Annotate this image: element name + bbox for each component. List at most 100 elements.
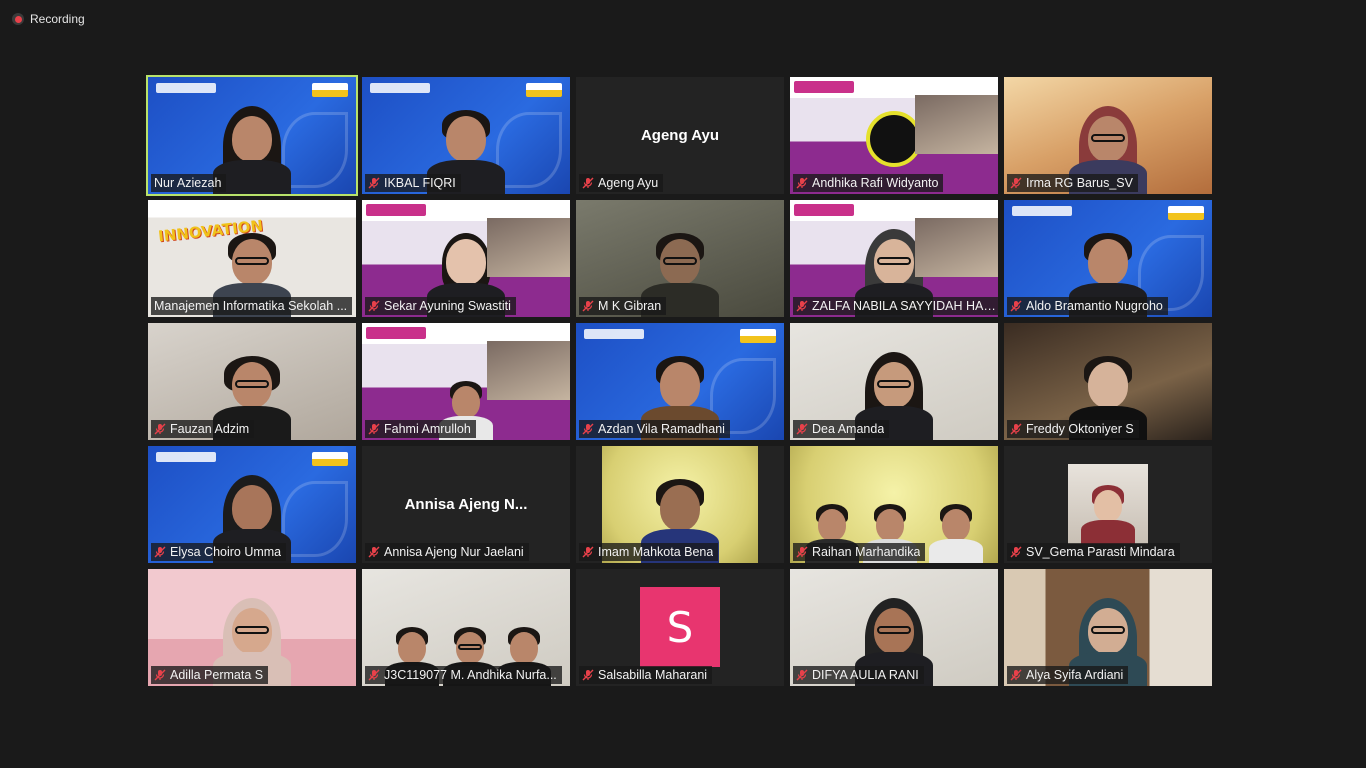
mic-muted-icon — [582, 423, 594, 435]
video-tile-salsabilla[interactable]: S Salsabilla Maharani — [576, 569, 784, 686]
mic-muted-icon — [1010, 300, 1022, 312]
participant-name-tag: J3C119077 M. Andhika Nurfa... — [365, 666, 562, 684]
mic-muted-icon — [796, 546, 808, 558]
participant-name: Dea Amanda — [812, 422, 885, 436]
mic-muted-icon — [796, 300, 808, 312]
participant-name-tag: Sekar Ayuning Swastiti — [365, 297, 516, 315]
video-tile-mk-gibran[interactable]: M K Gibran — [576, 200, 784, 317]
participant-name: M K Gibran — [598, 299, 662, 313]
participant-name: Azdan Vila Ramadhani — [598, 422, 725, 436]
participant-name: Alya Syifa Ardiani — [1026, 668, 1124, 682]
participant-name-tag: Ageng Ayu — [579, 174, 664, 192]
video-tile-dea[interactable]: Dea Amanda — [790, 323, 998, 440]
participant-name: Fahmi Amrulloh — [384, 422, 471, 436]
participant-name: Freddy Oktoniyer S — [1026, 422, 1134, 436]
video-tile-nur-aziezah[interactable]: Nur Aziezah — [146, 75, 358, 196]
participant-name: DIFYA AULIA RANI — [812, 668, 919, 682]
recording-label: Recording — [30, 12, 85, 26]
mic-muted-icon — [796, 669, 808, 681]
participant-name: Nur Aziezah — [154, 176, 222, 190]
participant-name-tag: Nur Aziezah — [151, 174, 227, 192]
participant-name-tag: Fauzan Adzim — [151, 420, 255, 438]
participant-name-tag: DIFYA AULIA RANI — [793, 666, 924, 684]
record-icon — [12, 13, 24, 25]
video-tile-imam[interactable]: Imam Mahkota Bena — [576, 446, 784, 563]
video-tile-andhika-rafi[interactable]: Andhika Rafi Widyanto — [790, 77, 998, 194]
recording-indicator[interactable]: Recording — [12, 12, 85, 26]
video-tile-aldo[interactable]: Aldo Bramantio Nugroho — [1004, 200, 1212, 317]
participant-name-tag: SV_Gema Parasti Mindara — [1007, 543, 1180, 561]
video-tile-freddy[interactable]: Freddy Oktoniyer S — [1004, 323, 1212, 440]
video-tile-annisa[interactable]: Annisa Ajeng N... Annisa Ajeng Nur Jaela… — [362, 446, 570, 563]
participant-name: Aldo Bramantio Nugroho — [1026, 299, 1163, 313]
mic-muted-icon — [1010, 546, 1022, 558]
participant-name: Andhika Rafi Widyanto — [812, 176, 939, 190]
participant-name-tag: Irma RG Barus_SV — [1007, 174, 1138, 192]
mic-muted-icon — [368, 546, 380, 558]
video-tile-sekar[interactable]: Sekar Ayuning Swastiti — [362, 200, 570, 317]
participant-name: Salsabilla Maharani — [598, 668, 708, 682]
mic-muted-icon — [796, 177, 808, 189]
participant-name-tag: IKBAL FIQRI — [365, 174, 461, 192]
participant-name-tag: Annisa Ajeng Nur Jaelani — [365, 543, 529, 561]
mic-muted-icon — [1010, 177, 1022, 189]
participant-name-tag: Elysa Choiro Umma — [151, 543, 287, 561]
video-tile-irma[interactable]: Irma RG Barus_SV — [1004, 77, 1212, 194]
video-tile-ikbal-fiqri[interactable]: IKBAL FIQRI — [362, 77, 570, 194]
video-tile-zalfa[interactable]: ZALFA NABILA SAYYIDAH HAS... — [790, 200, 998, 317]
participant-name-tag: Andhika Rafi Widyanto — [793, 174, 944, 192]
participant-name-tag: Freddy Oktoniyer S — [1007, 420, 1139, 438]
video-tile-fahmi[interactable]: Fahmi Amrulloh — [362, 323, 570, 440]
participant-name-tag: M K Gibran — [579, 297, 667, 315]
logo-badge — [866, 111, 922, 167]
participant-name-tag: Salsabilla Maharani — [579, 666, 713, 684]
avatar: S — [640, 587, 720, 667]
participant-name: SV_Gema Parasti Mindara — [1026, 545, 1175, 559]
participant-name: Adilla Permata S — [170, 668, 264, 682]
participant-name: Ageng Ayu — [598, 176, 659, 190]
video-tile-manajemen-informatika[interactable]: Manajemen Informatika Sekolah ... — [148, 200, 356, 317]
participant-name: ZALFA NABILA SAYYIDAH HAS... — [812, 299, 996, 313]
participant-name-tag: Manajemen Informatika Sekolah ... — [151, 297, 353, 315]
mic-muted-icon — [368, 177, 380, 189]
participant-name: Imam Mahkota Bena — [598, 545, 714, 559]
video-tile-difya[interactable]: DIFYA AULIA RANI — [790, 569, 998, 686]
video-tile-elysa[interactable]: Elysa Choiro Umma — [148, 446, 356, 563]
video-tile-gema[interactable]: SV_Gema Parasti Mindara — [1004, 446, 1212, 563]
participant-name-tag: Azdan Vila Ramadhani — [579, 420, 730, 438]
video-tile-raihan[interactable]: Raihan Marhandika — [790, 446, 998, 563]
participant-name-tag: Dea Amanda — [793, 420, 890, 438]
participant-name: Irma RG Barus_SV — [1026, 176, 1133, 190]
mic-muted-icon — [1010, 669, 1022, 681]
participant-name: Raihan Marhandika — [812, 545, 921, 559]
mic-muted-icon — [582, 177, 594, 189]
video-tile-j3c119077[interactable]: J3C119077 M. Andhika Nurfa... — [362, 569, 570, 686]
participant-name-tag: Raihan Marhandika — [793, 543, 926, 561]
video-tile-ageng-ayu[interactable]: Ageng Ayu Ageng Ayu — [576, 77, 784, 194]
video-tile-adilla[interactable]: Adilla Permata S — [148, 569, 356, 686]
participant-name: IKBAL FIQRI — [384, 176, 456, 190]
participant-name-tag: Alya Syifa Ardiani — [1007, 666, 1129, 684]
display-name: Annisa Ajeng N... — [404, 496, 528, 513]
participant-name: J3C119077 M. Andhika Nurfa... — [384, 668, 557, 682]
participant-name-tag: Adilla Permata S — [151, 666, 269, 684]
participant-name: Elysa Choiro Umma — [170, 545, 282, 559]
mic-muted-icon — [368, 300, 380, 312]
mic-muted-icon — [1010, 423, 1022, 435]
gallery-grid: Nur Aziezah IKBAL FIQRI Ageng Ayu Ageng … — [146, 75, 1218, 691]
participant-name: Manajemen Informatika Sekolah ... — [154, 299, 348, 313]
mic-muted-icon — [154, 546, 166, 558]
video-tile-azdan[interactable]: Azdan Vila Ramadhani — [576, 323, 784, 440]
video-tile-fauzan[interactable]: Fauzan Adzim — [148, 323, 356, 440]
mic-muted-icon — [368, 423, 380, 435]
participant-name: Sekar Ayuning Swastiti — [384, 299, 511, 313]
mic-muted-icon — [796, 423, 808, 435]
participant-name: Annisa Ajeng Nur Jaelani — [384, 545, 524, 559]
video-tile-alya[interactable]: Alya Syifa Ardiani — [1004, 569, 1212, 686]
mic-muted-icon — [368, 669, 380, 681]
mic-muted-icon — [154, 423, 166, 435]
mic-muted-icon — [582, 300, 594, 312]
participant-name-tag: Aldo Bramantio Nugroho — [1007, 297, 1168, 315]
mic-muted-icon — [582, 669, 594, 681]
mic-muted-icon — [582, 546, 594, 558]
